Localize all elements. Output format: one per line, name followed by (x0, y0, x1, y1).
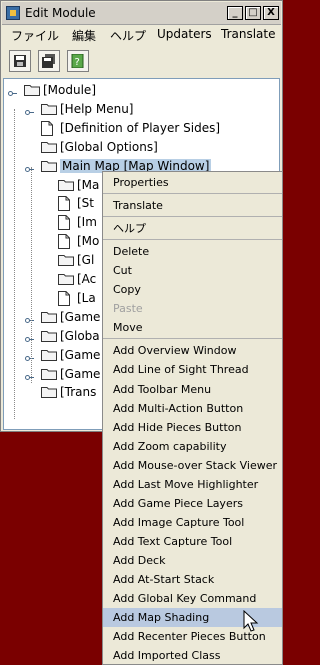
expand-handle-icon[interactable] (25, 314, 34, 323)
tree-node-label: [La (77, 290, 96, 305)
menu-updaters[interactable]: Updaters (157, 27, 212, 41)
context-menu-item[interactable]: Add Line of Sight Thread (103, 360, 282, 379)
tree-node-label: [Global Options] (60, 139, 158, 154)
folder-icon (58, 254, 74, 267)
expand-handle-icon[interactable] (25, 352, 34, 361)
tree-node-label: [Ac (77, 272, 97, 286)
context-menu-item[interactable]: ヘルプ (103, 219, 282, 238)
tree-node-label: [Trans (60, 385, 97, 400)
folder-icon (41, 103, 57, 115)
close-button[interactable]: X (263, 6, 279, 20)
maximize-button[interactable]: □ (245, 6, 261, 20)
menu-edit[interactable]: 編集 (72, 27, 96, 44)
minimize-button[interactable]: _ (227, 6, 243, 20)
context-menu-item[interactable]: Delete (103, 242, 282, 261)
tree-connector-line (14, 109, 15, 419)
save-as-button[interactable] (38, 50, 60, 72)
tree-node-label: [Game (60, 366, 101, 381)
expand-handle-icon[interactable] (25, 371, 34, 380)
context-menu-item[interactable]: Add Mouse-over Stack Viewer (103, 456, 282, 475)
context-menu-item[interactable]: Add Deck (103, 551, 282, 570)
tree-node-label: [Definition of Player Sides] (60, 120, 221, 135)
context-menu-item[interactable]: Add At-Start Stack (103, 570, 282, 589)
context-menu-item[interactable]: Add Toolbar Menu (103, 380, 282, 399)
folder-icon (58, 273, 74, 285)
menu-file[interactable]: ファイル (11, 27, 59, 44)
context-menu: Properties Translate ヘルプ Delete Cut Copy Paste… (102, 171, 283, 665)
folder-icon (41, 368, 57, 380)
tree-node-label: [Mo (77, 234, 100, 249)
menu-bar: ファイル 編集 ヘルプ Updaters Translate (2, 25, 281, 45)
tree-node-label: [Im (77, 215, 97, 230)
title-bar[interactable]: Edit Module _ □ X (2, 2, 281, 25)
context-menu-item[interactable]: Cut (103, 261, 282, 280)
context-menu-item[interactable]: Add Last Move Highlighter (103, 475, 282, 494)
document-icon (58, 234, 70, 250)
expand-handle-icon[interactable] (25, 333, 34, 342)
context-menu-item: Paste (113, 302, 143, 316)
context-menu-item[interactable]: Properties (103, 173, 282, 192)
tree-node-label: [Module] (43, 83, 96, 97)
tree-node[interactable]: [Module] (4, 81, 279, 100)
document-icon (58, 215, 70, 231)
context-menu-item[interactable]: Add Text Capture Tool (103, 532, 282, 551)
context-menu-item[interactable]: Add Zoom capability (103, 437, 282, 456)
help-button[interactable]: ? (67, 50, 89, 72)
context-menu-item[interactable]: Copy (103, 280, 282, 299)
folder-icon (41, 349, 57, 361)
menu-separator (103, 338, 282, 340)
menu-separator (103, 239, 282, 241)
folder-icon (58, 179, 74, 191)
tree-connector-line (31, 167, 32, 383)
save-icon (14, 55, 26, 67)
context-menu-item[interactable]: Add Hide Pieces Button (103, 418, 282, 437)
context-menu-item[interactable]: Add Image Capture Tool (103, 513, 282, 532)
folder-icon (24, 84, 40, 96)
expand-handle-icon[interactable] (25, 106, 34, 115)
document-icon (58, 290, 70, 306)
save-button[interactable] (9, 50, 31, 72)
folder-icon (41, 330, 57, 342)
toolbar: ? (2, 46, 281, 76)
context-menu-item[interactable]: Add Global Key Command (103, 589, 282, 608)
tree-node-label: [Help Menu] (60, 101, 134, 116)
context-menu-item[interactable]: Add Game Piece Layers (103, 494, 282, 513)
context-menu-item[interactable]: Move (103, 318, 282, 337)
folder-icon (41, 311, 57, 323)
mouse-cursor-icon (243, 610, 259, 632)
tree-node[interactable]: [Help Menu] (4, 100, 279, 119)
menu-separator (103, 216, 282, 218)
menu-translate[interactable]: Translate (221, 27, 276, 41)
tree-node-label: [Gl (77, 253, 95, 268)
context-menu-item[interactable]: Add Multi-Action Button (103, 399, 282, 418)
folder-icon (41, 160, 57, 172)
svg-text:?: ? (75, 57, 80, 68)
document-icon (41, 120, 53, 136)
tree-node-label: [Game (60, 309, 101, 324)
folder-icon (41, 141, 57, 153)
save-as-icon (42, 54, 55, 68)
tree-node[interactable]: [Global Options] (4, 138, 279, 157)
document-icon (58, 196, 70, 212)
tree-node-label: [Game (60, 347, 101, 362)
app-icon (6, 6, 20, 20)
context-menu-item[interactable]: Translate (103, 196, 282, 215)
menu-separator (103, 193, 282, 195)
expand-handle-icon[interactable] (25, 163, 34, 172)
menu-help[interactable]: ヘルプ (110, 27, 146, 44)
context-menu-item[interactable]: Add Overview Window (103, 341, 282, 360)
folder-icon (41, 386, 57, 399)
help-icon: ? (71, 54, 84, 68)
tree-node[interactable]: [Definition of Player Sides] (4, 119, 279, 138)
tree-node-label: [St (77, 196, 95, 211)
context-menu-item[interactable]: Add Imported Class (103, 646, 282, 665)
window-title: Edit Module (25, 6, 96, 20)
expand-handle-icon[interactable] (8, 87, 17, 96)
tree-node-label: [Ma (77, 177, 100, 192)
tree-node-label: [Globa (60, 328, 100, 343)
